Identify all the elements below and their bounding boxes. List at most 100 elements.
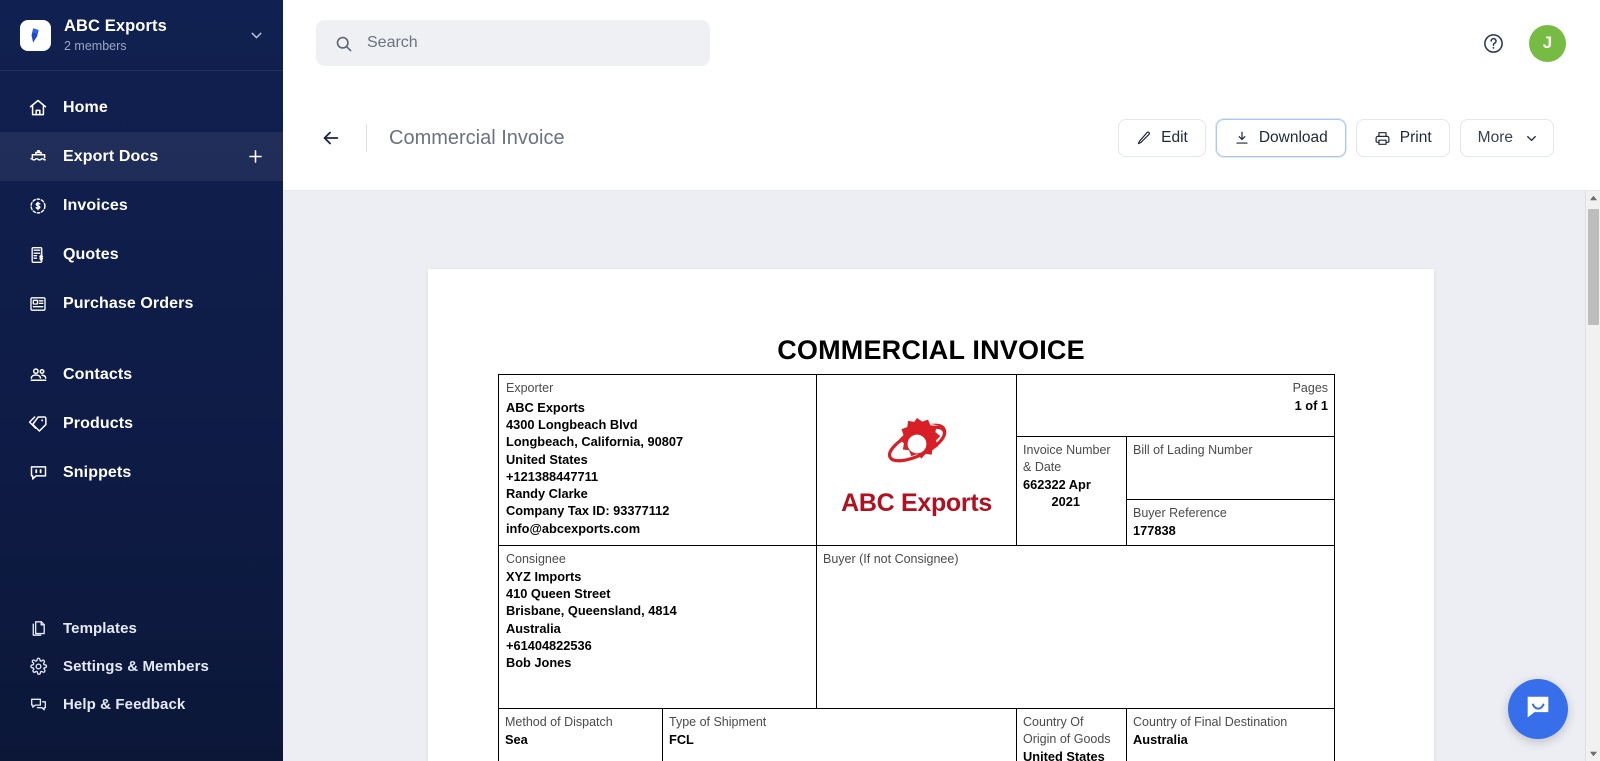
caret-down-icon[interactable] — [1586, 746, 1600, 761]
exporter-line: +121388447711 — [506, 468, 810, 485]
page-title: Commercial Invoice — [389, 127, 565, 150]
exporter-line: United States — [506, 451, 810, 468]
type-of-shipment-label: Type of Shipment — [669, 714, 1010, 731]
avatar[interactable]: J — [1529, 25, 1566, 62]
sidebar-nav: Home Export Docs Invoices — [0, 71, 283, 497]
sidebar-item-purchase-orders[interactable]: Purchase Orders — [0, 279, 283, 328]
sidebar-item-export-docs[interactable]: Export Docs — [0, 132, 283, 181]
edit-button[interactable]: Edit — [1118, 119, 1206, 157]
consignee-line: XYZ Imports — [506, 568, 810, 585]
top-bar: Search J — [283, 0, 1600, 86]
bill-of-lading-cell: Bill of Lading Number — [1127, 437, 1335, 500]
invoice-number-date-label: Invoice Number & Date — [1023, 442, 1120, 476]
country-destination-value: Australia — [1133, 731, 1328, 748]
method-of-dispatch-cell: Method of Dispatch Sea — [499, 709, 663, 761]
table-row: Exporter ABC Exports 4300 Longbeach Blvd… — [499, 375, 1335, 437]
buyer-reference-value: 177838 — [1133, 522, 1328, 539]
sidebar-item-products[interactable]: Products — [0, 399, 283, 448]
home-icon — [27, 97, 49, 119]
sidebar-item-templates[interactable]: Templates — [0, 609, 283, 647]
sidebar-item-invoices[interactable]: Invoices — [0, 181, 283, 230]
sidebar-item-label: Contacts — [63, 366, 132, 384]
sidebar-item-label: Invoices — [63, 197, 128, 215]
org-name: ABC Exports — [64, 17, 235, 37]
printer-icon — [1374, 130, 1391, 147]
sidebar-item-snippets[interactable]: Snippets — [0, 448, 283, 497]
exporter-line: info@abcexports.com — [506, 520, 810, 537]
tags-icon — [27, 413, 49, 435]
exporter-line: ABC Exports — [506, 399, 810, 416]
edit-button-label: Edit — [1161, 129, 1188, 147]
viewer-scrollbar[interactable] — [1585, 191, 1600, 761]
sidebar-item-label: Help & Feedback — [63, 696, 185, 713]
org-switcher[interactable]: ABC Exports 2 members — [0, 0, 283, 71]
sidebar-item-label: Home — [63, 99, 108, 117]
country-origin-value: United States — [1023, 748, 1120, 761]
page-subheader: Commercial Invoice Edit Download — [283, 86, 1600, 190]
country-origin-cell: Country Of Origin of Goods United States — [1017, 709, 1127, 761]
sidebar-item-label: Templates — [63, 620, 137, 637]
main-area: Search J Commercial Invoice Edit — [283, 0, 1600, 761]
sidebar-item-label: Settings & Members — [63, 658, 209, 675]
invoice-number-date-cell: Invoice Number & Date 6623 22 Apr 2021 — [1017, 437, 1127, 546]
snippet-icon — [27, 462, 49, 484]
exporter-logo-wordmark: ABC Exports — [823, 489, 1010, 518]
sidebar-item-quotes[interactable]: Quotes — [0, 230, 283, 279]
people-icon — [27, 364, 49, 386]
exporter-line: Longbeach, California, 90807 — [506, 433, 810, 450]
plus-icon[interactable] — [246, 147, 265, 166]
sidebar-item-contacts[interactable]: Contacts — [0, 350, 283, 399]
document-viewer[interactable]: COMMERCIAL INVOICE Exporter ABC Exports … — [283, 190, 1600, 761]
exporter-label: Exporter — [506, 380, 810, 397]
table-row: Consignee XYZ Imports 410 Queen Street B… — [499, 546, 1335, 709]
pages-label: Pages — [1023, 380, 1328, 397]
caret-up-icon[interactable] — [1586, 191, 1600, 206]
consignee-lines: XYZ Imports 410 Queen Street Brisbane, Q… — [506, 568, 810, 672]
search-icon — [334, 34, 353, 53]
buyer-reference-label: Buyer Reference — [1133, 505, 1328, 522]
consignee-line: +61404822536 — [506, 637, 810, 654]
download-button[interactable]: Download — [1216, 119, 1346, 157]
more-button[interactable]: More — [1460, 119, 1554, 157]
invoice-table: Exporter ABC Exports 4300 Longbeach Blvd… — [498, 374, 1335, 761]
gear-icon — [27, 655, 49, 677]
method-of-dispatch-value: Sea — [505, 731, 656, 748]
consignee-cell: Consignee XYZ Imports 410 Queen Street B… — [499, 546, 817, 709]
country-destination-label: Country of Final Destination — [1133, 714, 1328, 731]
consignee-line: Brisbane, Queensland, 4814 — [506, 602, 810, 619]
pencil-icon — [1136, 130, 1152, 146]
sidebar-item-label: Quotes — [63, 246, 119, 264]
scrollbar-thumb[interactable] — [1588, 209, 1599, 325]
exporter-cell: Exporter ABC Exports 4300 Longbeach Blvd… — [499, 375, 817, 546]
calculator-dollar-icon — [27, 244, 49, 266]
question-circle-icon[interactable] — [1482, 32, 1505, 55]
exporter-logo-cell: ABC Exports — [817, 375, 1017, 546]
chat-launcher-button[interactable] — [1508, 679, 1568, 739]
invoice-title: COMMERCIAL INVOICE — [428, 335, 1434, 366]
invoice-number-value: 6623 — [1023, 476, 1051, 511]
invoice-date-value: 22 Apr 2021 — [1051, 476, 1120, 511]
type-of-shipment-value: FCL — [669, 731, 1010, 748]
sidebar-item-help-feedback[interactable]: Help & Feedback — [0, 685, 283, 723]
print-button-label: Print — [1400, 129, 1432, 147]
top-bar-right: J — [1482, 25, 1576, 62]
sidebar-item-label: Products — [63, 415, 133, 433]
sidebar-item-settings-members[interactable]: Settings & Members — [0, 647, 283, 685]
search-input[interactable]: Search — [316, 20, 710, 66]
ship-icon — [27, 146, 49, 168]
arrow-left-icon[interactable] — [316, 123, 346, 153]
sidebar-item-label: Snippets — [63, 464, 131, 482]
bill-of-lading-label: Bill of Lading Number — [1133, 442, 1328, 459]
exporter-lines: ABC Exports 4300 Longbeach Blvd Longbeac… — [506, 399, 810, 537]
invoice-dollar-icon — [27, 195, 49, 217]
print-button[interactable]: Print — [1356, 119, 1450, 157]
exporter-line: Randy Clarke — [506, 485, 810, 502]
sidebar-bottom-nav: Templates Settings & Members Help & Feed… — [0, 609, 283, 761]
org-members: 2 members — [64, 39, 235, 53]
chevron-down-icon[interactable] — [248, 27, 265, 44]
chevron-down-icon — [1524, 131, 1539, 146]
buyer-reference-cell: Buyer Reference 177838 — [1127, 499, 1335, 545]
sidebar-item-home[interactable]: Home — [0, 83, 283, 132]
search-placeholder: Search — [367, 34, 418, 52]
sidebar-item-label: Purchase Orders — [63, 295, 193, 313]
